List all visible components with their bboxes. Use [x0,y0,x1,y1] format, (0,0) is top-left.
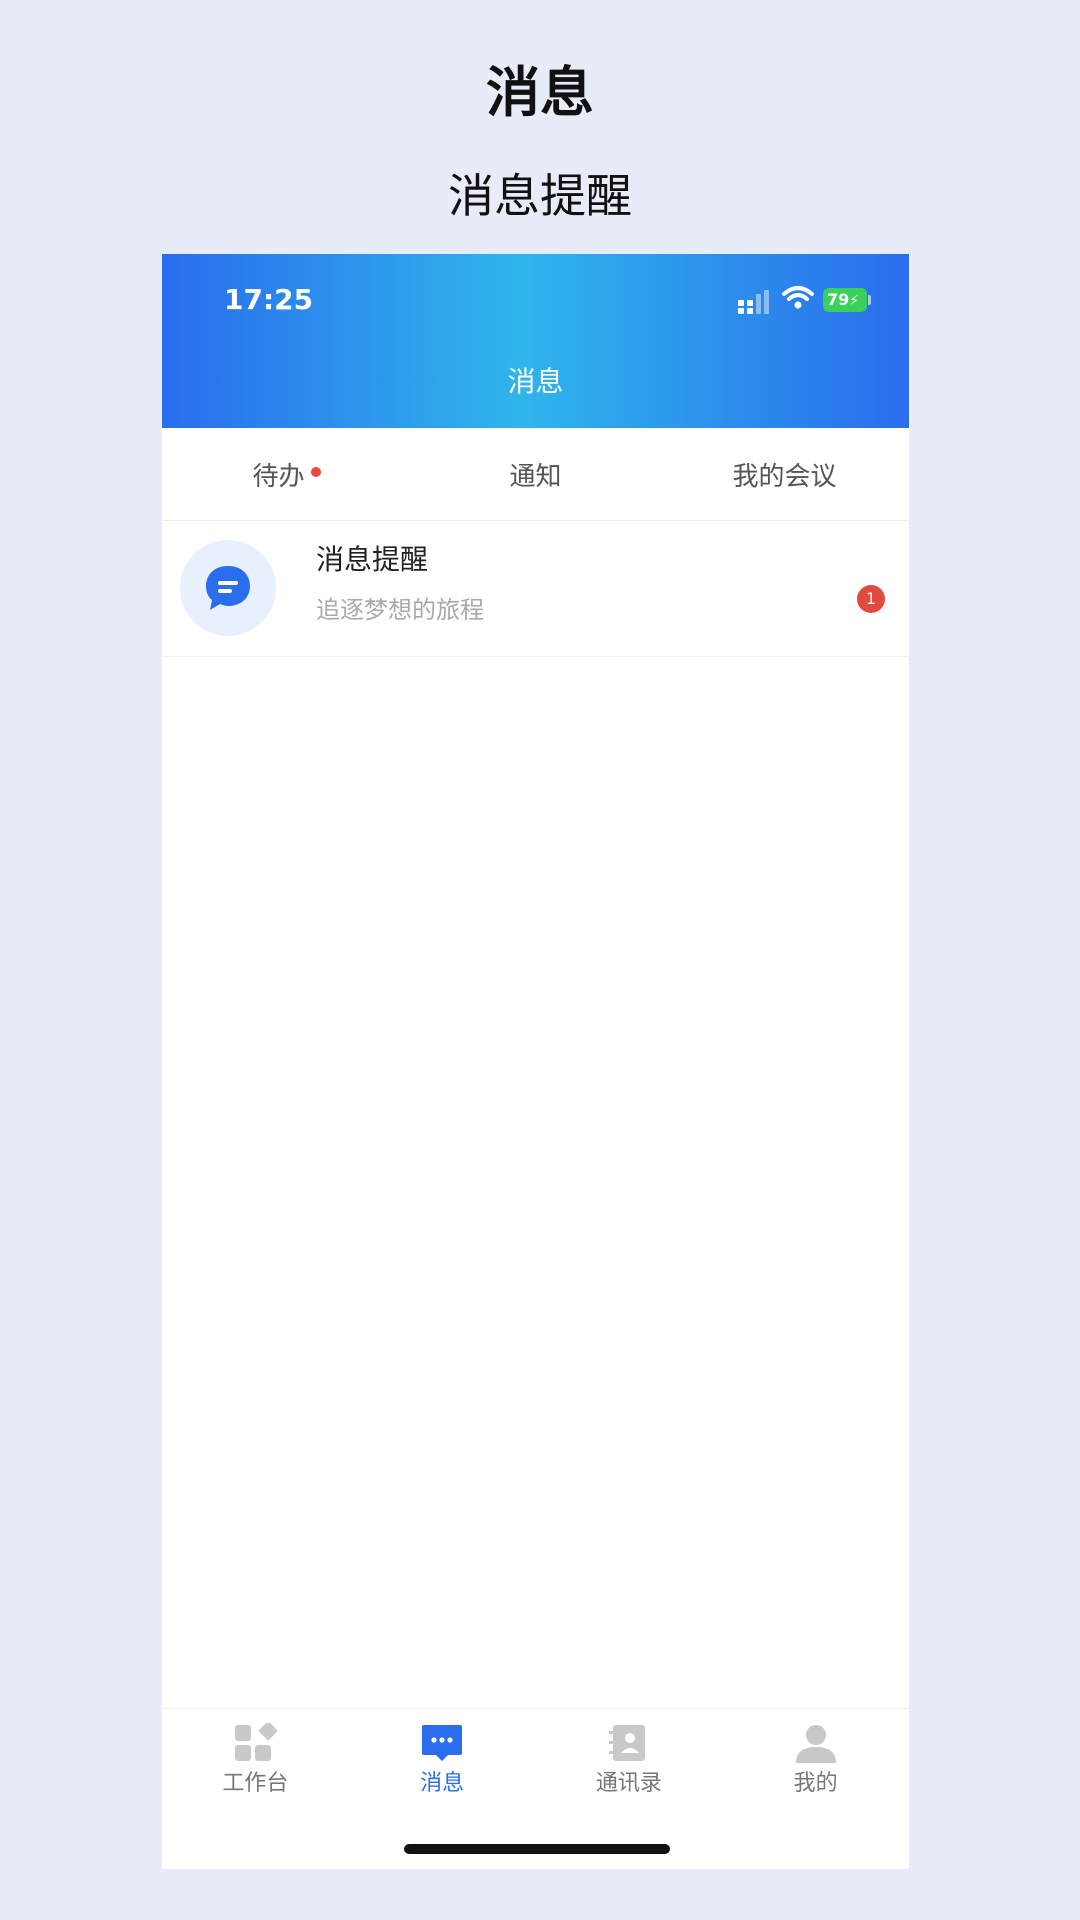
message-avatar [180,540,276,636]
chat-bubble-icon [206,566,250,610]
profile-icon [795,1725,836,1763]
phone-screen: 17:25 79⚡ 消息 待办 通知 我的会议 消息提醒 追逐梦想的旅程 1 工… [162,254,909,1869]
message-subtitle: 追逐梦想的旅程 [316,596,484,624]
workbench-icon [235,1723,278,1761]
tabbar-item-profile[interactable]: 我的 [722,1709,909,1821]
tabbar-item-messages[interactable]: 消息 [349,1709,536,1821]
header-title: 消息 [507,365,564,398]
home-indicator [404,1844,670,1854]
tabbar-label-workbench: 工作台 [222,1771,289,1796]
unread-count-badge: 1 [857,585,885,613]
message-list-item[interactable]: 消息提醒 追逐梦想的旅程 [162,520,909,657]
bottom-tabbar: 工作台 消息 通讯录 我的 [162,1708,909,1821]
tab-todo[interactable]: 待办 [162,428,411,520]
app-header: 17:25 79⚡ 消息 [162,254,909,428]
tabbar-label-contacts: 通讯录 [595,1771,662,1796]
message-icon [422,1725,463,1761]
battery-icon: 79⚡ [823,288,867,312]
signal-icon [738,290,769,314]
unread-dot [310,467,321,477]
tab-notifications-label: 通知 [509,461,562,492]
top-tabs: 待办 通知 我的会议 [162,428,909,521]
battery-level: 79 [827,290,850,309]
battery-tip [868,295,871,305]
page-heading: 消息 [486,61,594,124]
wifi-icon [782,286,814,309]
tab-notifications[interactable]: 通知 [411,428,660,520]
message-title: 消息提醒 [316,543,429,576]
tabbar-label-profile: 我的 [793,1771,838,1796]
tab-my-meetings[interactable]: 我的会议 [660,428,909,520]
contacts-icon [608,1725,645,1761]
tabbar-label-messages: 消息 [420,1771,465,1796]
page-subheading: 消息提醒 [448,169,632,223]
tab-my-meetings-label: 我的会议 [732,461,837,492]
tab-todo-label: 待办 [252,461,305,492]
tabbar-item-contacts[interactable]: 通讯录 [536,1709,723,1821]
tabbar-item-workbench[interactable]: 工作台 [162,1709,349,1821]
status-time: 17:25 [224,283,314,316]
